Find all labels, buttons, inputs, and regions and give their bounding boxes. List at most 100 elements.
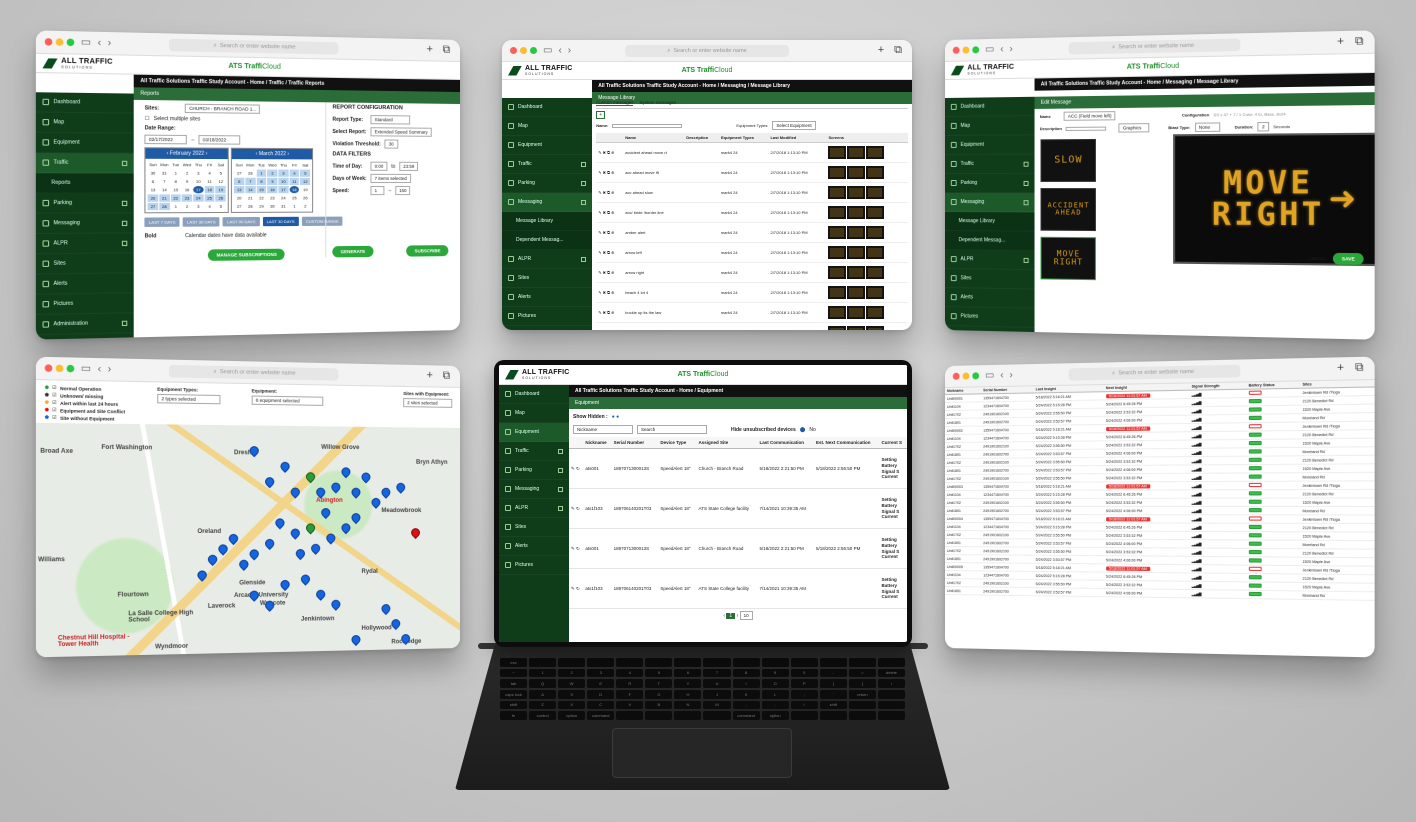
table-row[interactable]: ✎ ✖ ⧉ ⊕ accident ahead move rt mark4 24 2/7… [596,142,908,163]
serial-number-column-header[interactable]: Serial Number [611,437,659,449]
refresh-icon[interactable]: ↻ [576,546,580,551]
sidebar-toggle-icon[interactable]: ▭ [543,45,552,56]
map-pin-icon[interactable] [349,633,363,647]
keyboard-key[interactable]: \ [877,679,905,688]
keyboard-key[interactable]: 8 [732,668,760,678]
subscribe-button[interactable]: SUBSCRIBE [406,245,449,257]
keyboard-key[interactable]: Q [529,679,557,688]
edit-icon[interactable]: ✎ [571,466,575,471]
expand-icon[interactable] [558,486,563,492]
sidebar-item-messaging[interactable]: Messaging [945,193,1035,213]
map-pin-green-icon[interactable] [304,521,318,535]
refresh-icon[interactable]: ↻ [576,506,580,511]
map-pin-icon[interactable] [324,531,338,545]
tabs-icon[interactable]: ⧉ [1355,35,1364,49]
keyboard-key[interactable] [674,658,702,667]
table-row[interactable]: ✎ ✖ ⧉ ⊕ arrow left mark4 24 2/7/2018 1:13:1… [596,242,908,263]
edit-icon[interactable]: ✎ [571,586,575,591]
sidebar-item-dashboard[interactable]: Dashboard [502,98,593,117]
expand-icon[interactable] [581,180,587,186]
keyboard-key[interactable] [848,700,876,710]
sign-screen-thumbnail[interactable] [847,185,866,199]
sidebar-item-administration[interactable]: Administration [945,326,1035,340]
keyboard-key[interactable]: fn [500,711,528,720]
table-row[interactable]: ✎ ✖ ⧉ ⊕ arrow right mark4 24 2/7/2018 1:13:… [596,262,908,283]
sidebar-item-alpr[interactable]: ALPR [35,233,134,255]
keyboard-key[interactable] [790,658,818,667]
calendar-days-grid[interactable]: Sun Mon Tue Wed Thu Fri Sat 27 28 1 2 3 4 5 6 7 8 9 10 11… [232,159,312,212]
map-pin-green-icon[interactable] [304,470,318,484]
row-actions[interactable]: ✎ ↻ [569,488,584,529]
row-actions[interactable]: ✎ ✖ ⧉ ⊕ [596,262,624,283]
keyboard-key[interactable] [819,658,847,667]
sidebar-item-alerts[interactable]: Alerts [945,288,1035,309]
keyboard-key[interactable]: / [790,700,818,710]
violation-threshold-input[interactable]: 30 [384,139,399,149]
sidebar-item-administration[interactable]: Administration [502,326,592,330]
keyboard-key[interactable] [877,700,905,710]
checkbox-icon[interactable]: ☑ [52,400,56,406]
row-actions[interactable]: ✎ ↻ [569,448,584,489]
sign-screen-thumbnail[interactable] [828,185,847,199]
keyboard-key[interactable]: M [703,700,731,710]
sign-screen-thumbnail[interactable] [866,205,885,219]
checkbox-icon[interactable]: ☑ [52,385,56,391]
map-pin-icon[interactable] [247,588,261,602]
keyboard-key[interactable]: ~ [500,668,528,678]
back-icon[interactable]: ‹ [1000,43,1003,54]
sidebar-item-parking[interactable]: Parking [502,174,593,193]
sidebar-item-sites[interactable]: Sites [945,269,1035,290]
map-pin-icon[interactable] [237,557,251,571]
cancel-button[interactable]: CANCEL [1309,256,1327,261]
keyboard-key[interactable]: J [703,689,731,699]
sign-screen-thumbnail[interactable] [828,225,847,239]
map-pin-icon[interactable] [314,485,328,499]
keyboard-key[interactable]: 9 [761,668,789,678]
keyboard-key[interactable]: E [587,679,615,688]
forward-icon[interactable]: › [108,363,112,375]
keyboard-key[interactable]: O [761,679,789,688]
sidebar-item-alerts[interactable]: Alerts [502,288,593,307]
map-pin-icon[interactable] [379,485,393,499]
map-pin-icon[interactable] [309,541,323,555]
keyboard-key[interactable]: control [529,711,557,720]
close-dot[interactable] [952,372,960,380]
keyboard-key[interactable]: T [645,679,673,688]
keyboard-key[interactable]: esc [500,658,528,667]
sign-screen-thumbnail[interactable] [828,265,847,279]
row-actions[interactable]: ✎ ✖ ⧉ ⊕ [596,222,624,243]
filter-field-select[interactable]: Nickname [573,425,633,434]
table-row[interactable]: ✎ ↻ ats001 1897071300013S SpeedAlert 18" Chu… [569,448,907,489]
map-pin-icon[interactable] [288,526,302,540]
collapse-icon[interactable] [1023,199,1029,205]
map-pin-icon[interactable] [369,495,383,509]
last-modified-column-header[interactable]: Last Modified [768,133,827,143]
map-pin-icon[interactable] [263,537,277,551]
sign-screen-thumbnail[interactable] [847,205,866,219]
keyboard-key[interactable] [645,711,673,720]
tabs-icon[interactable]: ⧉ [894,44,902,57]
sidebar-item-traffic[interactable]: Traffic [945,154,1035,174]
keyboard-key[interactable]: H [674,689,702,699]
tab-equipment[interactable]: Equipment [569,397,907,409]
time-from-select[interactable]: 0:00 [370,161,388,171]
keyboard-key[interactable]: S [558,689,586,699]
expand-icon[interactable] [558,448,563,454]
back-icon[interactable]: ‹ [98,37,102,49]
keyboard-key[interactable] [587,658,615,667]
sidebar-item-parking[interactable]: Parking [35,193,134,214]
ats-logo[interactable]: ALL TRAFFIC SOLUTIONS [499,369,570,380]
sidebar-item-pictures[interactable]: Pictures [35,293,134,316]
keyboard-key[interactable]: Y [674,679,702,688]
keyboard-key[interactable]: P [790,679,818,688]
map-pin-icon[interactable] [349,511,363,525]
row-actions[interactable]: ✎ ✖ ⧉ ⊕ [596,202,624,223]
row-actions[interactable]: ✎ ✖ ⧉ ⊕ [596,162,624,183]
sidebar-item-alpr[interactable]: ALPR [499,499,569,518]
keyboard-key[interactable]: 2 [558,668,586,678]
sidebar-item-alerts[interactable]: Alerts [35,273,134,295]
keyboard-key[interactable] [674,711,702,720]
close-dot[interactable] [510,47,517,54]
keyboard-key[interactable]: W [558,679,586,688]
new-tab-button[interactable]: + [1337,361,1344,375]
